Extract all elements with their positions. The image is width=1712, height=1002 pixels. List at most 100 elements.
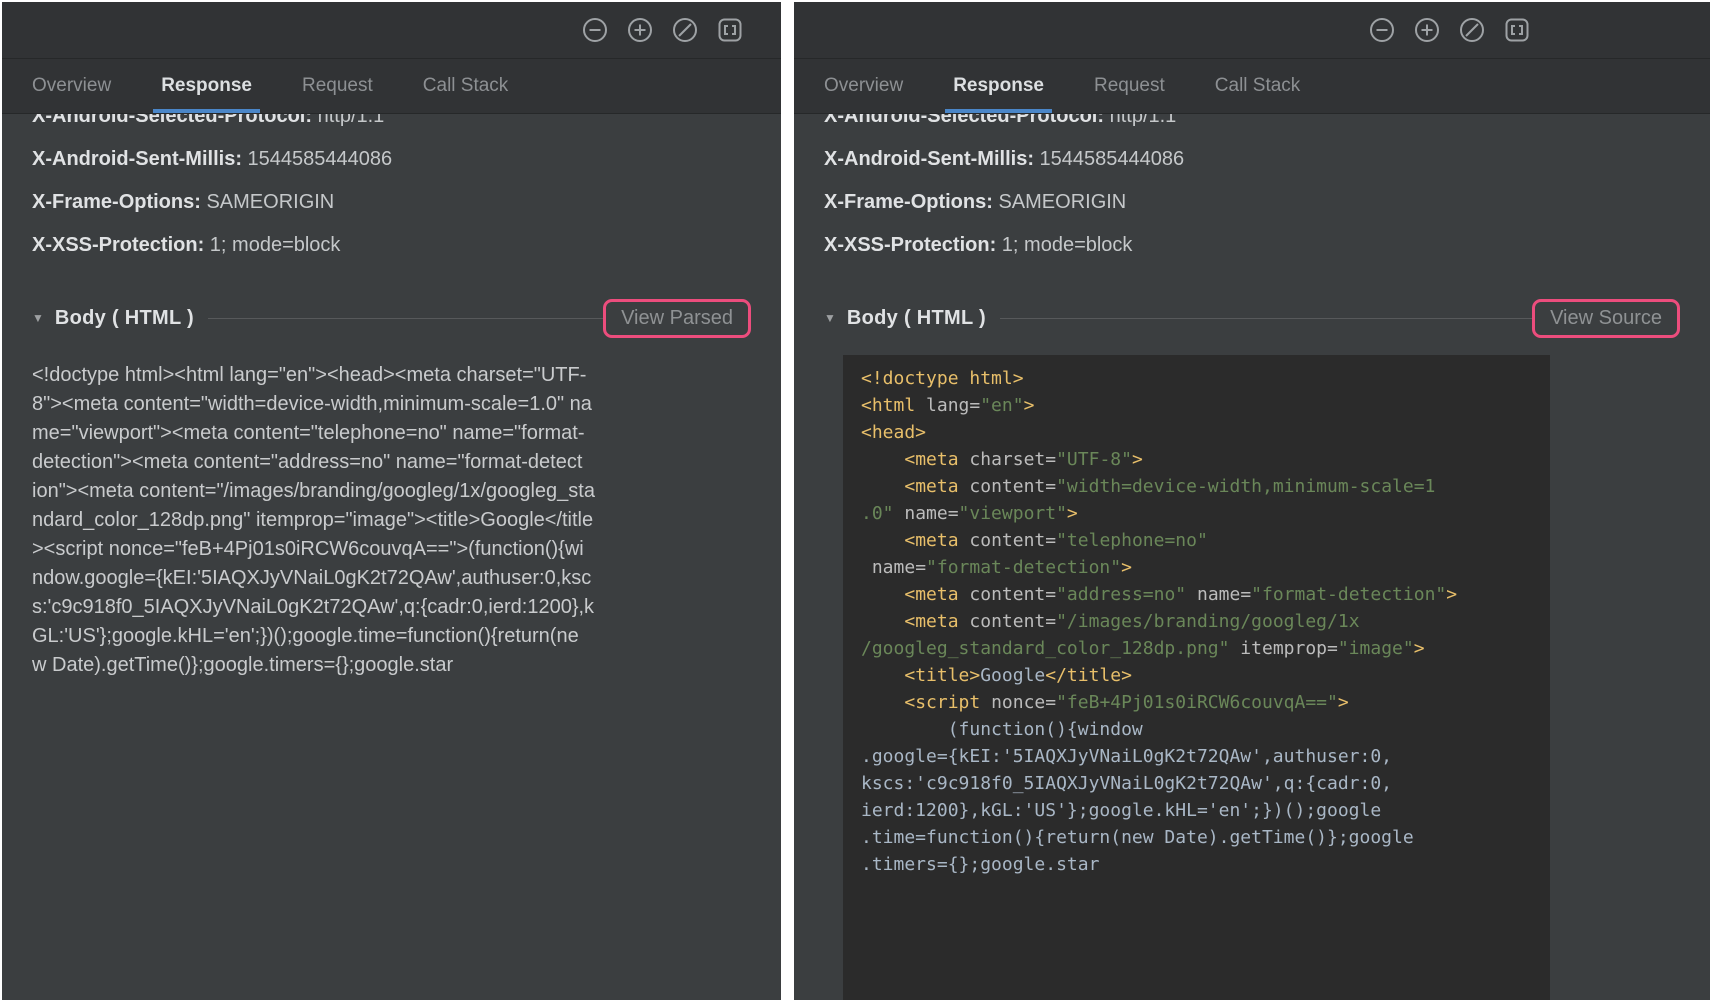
response-headers-list: X-Android-Selected-Protocol: http/1.1X-A… xyxy=(824,114,1680,267)
clear-button[interactable] xyxy=(670,15,700,45)
response-header-row: X-XSS-Protection: 1; mode=block xyxy=(824,224,1680,267)
header-value: SAMEORIGIN xyxy=(998,191,1126,213)
profiler-toolbar xyxy=(2,2,781,59)
code-line: <meta content="address=no" name="format-… xyxy=(861,581,1550,608)
code-line: <meta content="width=device-width,minimu… xyxy=(861,473,1550,500)
tab-response[interactable]: Response xyxy=(161,59,252,113)
response-headers-list: X-Android-Selected-Protocol: http/1.1X-A… xyxy=(32,114,751,267)
code-line: <meta content="/images/branding/googleg/… xyxy=(861,608,1550,635)
header-value: http/1.1 xyxy=(1110,114,1177,127)
response-header-row: X-Frame-Options: SAMEORIGIN xyxy=(824,181,1680,224)
header-name: X-Android-Sent-Millis: xyxy=(32,148,248,170)
response-tab-content: X-Android-Selected-Protocol: http/1.1X-A… xyxy=(2,114,781,1000)
fit-to-range-icon xyxy=(1502,15,1532,45)
header-value: http/1.1 xyxy=(318,114,385,127)
header-name: X-Frame-Options: xyxy=(32,191,206,213)
section-divider-line xyxy=(208,318,603,319)
fit-to-range-icon xyxy=(715,15,745,45)
fit-to-range-button[interactable] xyxy=(715,15,745,45)
header-value: 1544585444086 xyxy=(1040,148,1185,170)
tab-call-stack[interactable]: Call Stack xyxy=(1215,59,1301,113)
zoom-in-icon xyxy=(625,15,655,45)
code-line: .0" name="viewport"> xyxy=(861,500,1550,527)
code-line: <meta charset="UTF-8"> xyxy=(861,446,1550,473)
annotation-highlight: View Source xyxy=(1532,299,1680,338)
response-header-row: X-Android-Selected-Protocol: http/1.1 xyxy=(824,114,1680,138)
response-header-row: X-Android-Sent-Millis: 1544585444086 xyxy=(824,138,1680,181)
annotation-highlight: View Parsed xyxy=(603,299,751,338)
code-line: .google={kEI:'5IAQXJyVNaiL0gK2t72QAw',au… xyxy=(861,743,1550,770)
code-line: kscs:'c9c918f0_5IAQXJyVNaiL0gK2t72QAw',q… xyxy=(861,770,1550,797)
header-value: 1544585444086 xyxy=(248,148,393,170)
code-line: <script nonce="feB+4Pj01s0iRCW6couvqA=="… xyxy=(861,689,1550,716)
tab-overview[interactable]: Overview xyxy=(824,59,903,113)
zoom-in-button[interactable] xyxy=(1412,15,1442,45)
collapse-triangle-icon[interactable]: ▼ xyxy=(824,311,836,325)
zoom-in-button[interactable] xyxy=(625,15,655,45)
fit-to-range-button[interactable] xyxy=(1502,15,1532,45)
code-line: <meta content="telephone=no" xyxy=(861,527,1550,554)
code-line: name="format-detection"> xyxy=(861,554,1550,581)
body-text-line: ><script nonce="feB+4Pj01s0iRCW6couvqA==… xyxy=(32,535,751,564)
code-line: .time=function(){return(new Date).getTim… xyxy=(861,824,1550,851)
tab-request[interactable]: Request xyxy=(302,59,373,113)
detail-tabs: Overview Response Request Call Stack xyxy=(2,59,781,114)
code-line: <!doctype html> xyxy=(861,365,1550,392)
header-name: X-XSS-Protection: xyxy=(824,234,1002,256)
body-text-line: ndard_color_128dp.png" itemprop="image">… xyxy=(32,506,751,535)
response-header-row: X-Frame-Options: SAMEORIGIN xyxy=(32,181,751,224)
code-line: <html lang="en"> xyxy=(861,392,1550,419)
body-text-line: ion"><meta content="/images/branding/goo… xyxy=(32,477,751,506)
tab-response[interactable]: Response xyxy=(953,59,1044,113)
header-name: X-Android-Selected-Protocol: xyxy=(32,114,318,127)
code-line: .timers={};google.star xyxy=(861,851,1550,878)
body-section-header: ▼ Body ( HTML ) View Parsed xyxy=(32,295,751,341)
view-parsed-link[interactable]: View Parsed xyxy=(621,307,733,329)
zoom-out-icon xyxy=(1367,15,1397,45)
zoom-out-icon xyxy=(580,15,610,45)
body-text-line: <!doctype html><html lang="en"><head><me… xyxy=(32,361,751,390)
zoom-out-button[interactable] xyxy=(580,15,610,45)
body-section-header: ▼ Body ( HTML ) View Source xyxy=(824,295,1680,341)
detail-tabs: Overview Response Request Call Stack xyxy=(794,59,1710,114)
header-name: X-Frame-Options: xyxy=(824,191,998,213)
tab-overview[interactable]: Overview xyxy=(32,59,111,113)
body-text-line: detection"><meta content="address=no" na… xyxy=(32,448,751,477)
header-name: X-Android-Sent-Millis: xyxy=(824,148,1040,170)
view-source-link[interactable]: View Source xyxy=(1550,307,1662,329)
body-section-title: Body ( HTML ) xyxy=(55,307,194,330)
body-text-line: s:'c9c918f0_5IAQXJyVNaiL0gK2t72QAw',q:{c… xyxy=(32,593,751,622)
code-line: <title>Google</title> xyxy=(861,662,1550,689)
body-text-line: me="viewport"><meta content="telephone=n… xyxy=(32,419,751,448)
response-header-row: X-Android-Selected-Protocol: http/1.1 xyxy=(32,114,751,138)
zoom-out-button[interactable] xyxy=(1367,15,1397,45)
body-text-line: GL:'US'};google.kHL='en';})();google.tim… xyxy=(32,622,751,651)
tab-call-stack[interactable]: Call Stack xyxy=(423,59,509,113)
body-text-line: 8"><meta content="width=device-width,min… xyxy=(32,390,751,419)
profiler-toolbar xyxy=(794,2,1710,59)
network-response-panel-left: Overview Response Request Call Stack X-Andr… xyxy=(2,2,781,1000)
body-source-text: <!doctype html><html lang="en"><head><me… xyxy=(32,361,751,680)
clear-icon xyxy=(1457,15,1487,45)
body-text-line: w Date).getTime()};google.timers={};goog… xyxy=(32,651,751,680)
section-divider-line xyxy=(1000,318,1532,319)
response-header-row: X-XSS-Protection: 1; mode=block xyxy=(32,224,751,267)
tab-request[interactable]: Request xyxy=(1094,59,1165,113)
response-tab-content: X-Android-Selected-Protocol: http/1.1X-A… xyxy=(794,114,1710,1000)
collapse-triangle-icon[interactable]: ▼ xyxy=(32,311,44,325)
code-line: /googleg_standard_color_128dp.png" itemp… xyxy=(861,635,1550,662)
body-text-line: ndow.google={kEI:'5IAQXJyVNaiL0gK2t72QAw… xyxy=(32,564,751,593)
body-source-code-viewer: <!doctype html><html lang="en"><head> <m… xyxy=(843,355,1550,1000)
header-value: 1; mode=block xyxy=(210,234,341,256)
clear-icon xyxy=(670,15,700,45)
clear-button[interactable] xyxy=(1457,15,1487,45)
header-name: X-Android-Selected-Protocol: xyxy=(824,114,1110,127)
network-response-panel-right: Overview Response Request Call Stack X-Andr… xyxy=(794,2,1710,1000)
code-line: ierd:1200},kGL:'US'};google.kHL='en';})(… xyxy=(861,797,1550,824)
response-header-row: X-Android-Sent-Millis: 1544585444086 xyxy=(32,138,751,181)
header-name: X-XSS-Protection: xyxy=(32,234,210,256)
two-panel-comparison: Overview Response Request Call Stack X-Andr… xyxy=(0,0,1712,1002)
code-line: <head> xyxy=(861,419,1550,446)
header-value: 1; mode=block xyxy=(1002,234,1133,256)
body-section-title: Body ( HTML ) xyxy=(847,307,986,330)
